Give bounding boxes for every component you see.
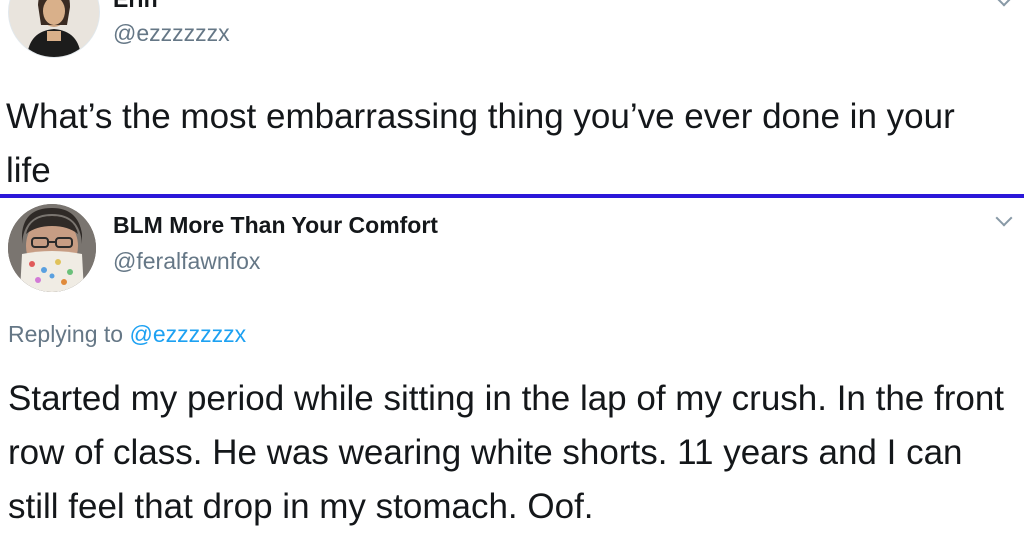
replying-to-label: Replying to — [8, 321, 124, 347]
author-name[interactable]: BLM More Than Your Comfort — [113, 212, 438, 239]
avatar[interactable] — [8, 0, 100, 58]
avatar-image — [9, 0, 99, 57]
avatar[interactable] — [8, 204, 96, 292]
replying-to: Replying to @ezzzzzzx — [8, 321, 246, 348]
tweet-text: Started my period while sitting in the l… — [8, 379, 1005, 526]
chevron-down-icon[interactable] — [995, 209, 1013, 227]
replying-to-mention[interactable]: @ezzzzzzx — [129, 321, 246, 347]
original-tweet: Erin @ezzzzzzx What’s the most embarrass… — [0, 0, 1024, 194]
author-name[interactable]: Erin — [113, 0, 158, 13]
author-handle[interactable]: @feralfawnfox — [113, 248, 260, 275]
chevron-down-icon[interactable] — [995, 0, 1013, 7]
reply-tweet: BLM More Than Your Comfort @feralfawnfox… — [0, 198, 1024, 536]
tweet-text: What’s the most embarrassing thing you’v… — [6, 97, 955, 190]
avatar-image — [8, 204, 96, 292]
author-handle[interactable]: @ezzzzzzx — [113, 20, 230, 47]
